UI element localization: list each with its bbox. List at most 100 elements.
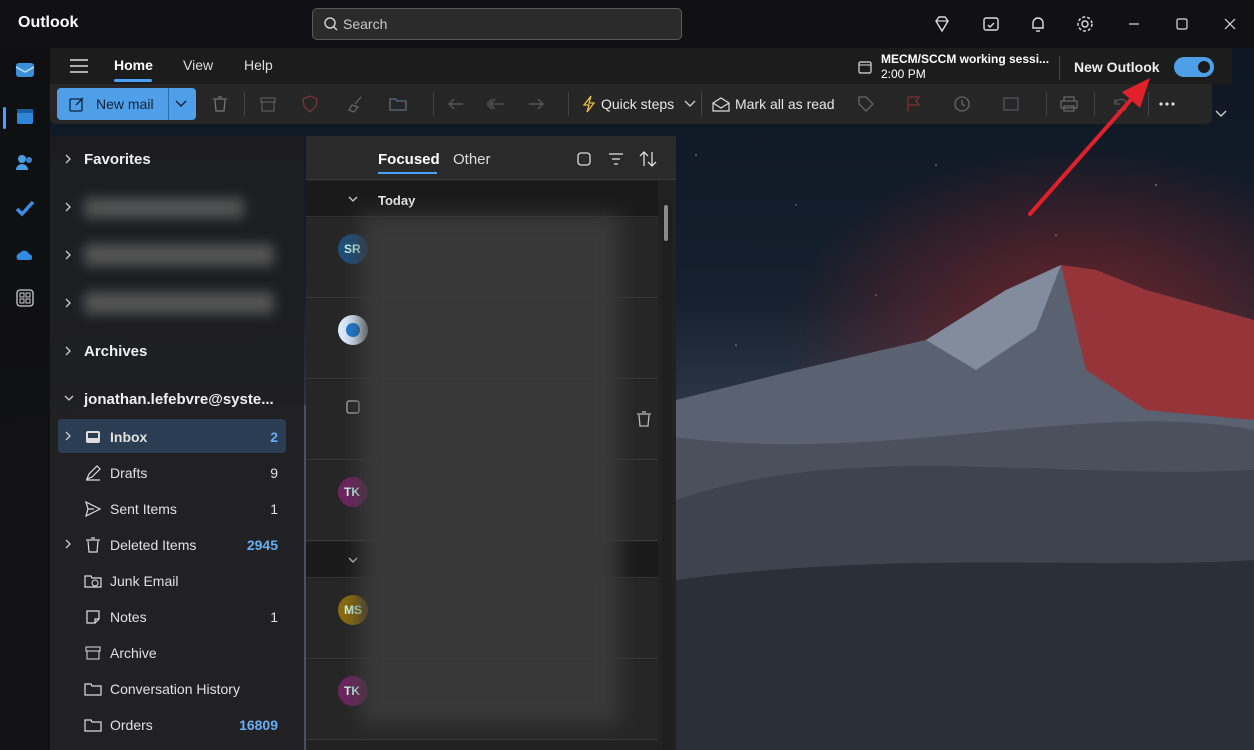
rules-icon[interactable] — [1001, 94, 1021, 114]
redacted-favorite — [84, 292, 274, 314]
folder-sent-items[interactable]: Sent Items 1 — [50, 491, 304, 527]
chevron-down-icon[interactable] — [348, 195, 358, 203]
people-icon[interactable] — [13, 150, 37, 174]
folder-orders[interactable]: Orders 16809 — [50, 707, 304, 743]
inbox-icon — [86, 431, 100, 443]
todo-icon[interactable] — [13, 196, 37, 220]
new-mail-label: New mail — [96, 96, 154, 112]
folder-deleted-items[interactable]: Deleted Items 2945 — [50, 527, 304, 563]
my-day-icon[interactable] — [981, 14, 1001, 34]
print-icon[interactable] — [1059, 94, 1079, 114]
folder-notes[interactable]: Notes 1 — [50, 599, 304, 635]
chevron-right-icon[interactable] — [64, 298, 72, 308]
bell-icon[interactable] — [1028, 14, 1048, 34]
report-shield-icon[interactable] — [300, 94, 320, 114]
tab-home-underline — [114, 79, 152, 82]
folder-label: Sent Items — [110, 501, 177, 517]
select-mode-icon[interactable] — [576, 151, 592, 167]
folder-junk-email[interactable]: Junk Email — [50, 563, 304, 599]
checkbox[interactable] — [346, 400, 360, 414]
mark-all-read-button[interactable]: Mark all as read — [735, 96, 835, 112]
search-input[interactable] — [343, 14, 663, 34]
chevron-right-icon[interactable] — [64, 539, 72, 549]
folder-label: Deleted Items — [110, 537, 197, 553]
hamburger-menu-icon[interactable] — [69, 58, 89, 79]
minimize-icon[interactable] — [1124, 14, 1144, 34]
close-icon[interactable] — [1220, 14, 1240, 34]
folder-label: Junk Email — [110, 573, 179, 589]
more-options-icon[interactable] — [1157, 94, 1177, 114]
chevron-down-icon[interactable] — [348, 556, 358, 564]
premium-diamond-icon[interactable] — [932, 14, 952, 34]
folder-pane: Favorites Archives jonathan.lefebvre@sys… — [50, 136, 304, 750]
tab-home[interactable]: Home — [114, 57, 153, 73]
snooze-clock-icon[interactable] — [952, 94, 972, 114]
chevron-down-icon[interactable] — [680, 94, 700, 114]
new-mail-button[interactable]: New mail — [57, 88, 196, 120]
divider — [433, 92, 434, 116]
sort-icon[interactable] — [639, 150, 657, 168]
undo-icon[interactable] — [1110, 94, 1130, 114]
maximize-icon[interactable] — [1172, 14, 1192, 34]
redacted-favorite — [84, 244, 274, 266]
mail-icon[interactable] — [13, 58, 37, 82]
divider — [1046, 92, 1047, 116]
folder-count: 9 — [270, 465, 278, 481]
apps-icon[interactable] — [13, 286, 37, 310]
folder-conversation-history[interactable]: Conversation History — [50, 671, 304, 707]
expand-ribbon-icon[interactable] — [1214, 106, 1228, 124]
folder-inbox[interactable]: Inbox 2 — [50, 419, 304, 455]
archive-icon[interactable] — [258, 94, 278, 114]
scrollbar-thumb[interactable] — [664, 205, 668, 241]
redacted-favorite — [84, 198, 244, 218]
chevron-right-icon[interactable] — [64, 154, 72, 164]
toggle-knob — [1198, 61, 1210, 73]
app-rail — [0, 48, 50, 750]
forward-icon[interactable] — [526, 94, 546, 114]
group-label: Today — [378, 193, 416, 208]
delete-icon[interactable] — [210, 94, 230, 114]
sweep-icon[interactable] — [347, 94, 367, 114]
chevron-down-icon[interactable] — [64, 394, 74, 402]
group-header-today[interactable]: Today — [306, 181, 658, 217]
chevron-right-icon[interactable] — [64, 346, 72, 356]
reply-icon[interactable] — [446, 94, 466, 114]
folder-icon — [84, 683, 102, 696]
flag-icon[interactable] — [903, 94, 923, 114]
folder-archive[interactable]: Archive — [50, 635, 304, 671]
reply-all-icon[interactable] — [486, 94, 506, 114]
chevron-right-icon[interactable] — [64, 250, 72, 260]
divider — [568, 92, 569, 116]
tab-focused[interactable]: Focused — [378, 151, 440, 168]
new-outlook-toggle[interactable] — [1174, 57, 1214, 77]
folder-count: 2945 — [246, 537, 278, 553]
filter-icon[interactable] — [608, 152, 624, 166]
scrollbar-track[interactable] — [662, 200, 672, 750]
meeting-time: 2:00 PM — [881, 67, 926, 81]
chevron-down-icon[interactable] — [175, 99, 187, 109]
move-to-folder-icon[interactable] — [388, 94, 408, 114]
folder-drafts[interactable]: Drafts 9 — [50, 455, 304, 491]
gear-icon[interactable] — [1075, 14, 1095, 34]
account-header[interactable]: jonathan.lefebvre@syste... — [84, 391, 274, 408]
quick-steps-button[interactable]: Quick steps — [601, 96, 674, 112]
pencil-icon — [85, 465, 101, 481]
rail-active-indicator — [3, 107, 6, 129]
chevron-right-icon[interactable] — [64, 431, 72, 441]
tab-view[interactable]: View — [183, 57, 213, 73]
divider — [701, 92, 702, 116]
tag-icon[interactable] — [856, 94, 876, 114]
ribbon-tab-bar: Home View Help — [50, 48, 1232, 84]
delete-icon[interactable] — [636, 410, 652, 428]
chevron-right-icon[interactable] — [64, 202, 72, 212]
tab-other[interactable]: Other — [453, 151, 491, 168]
calendar-icon[interactable] — [13, 104, 37, 128]
message-list-header: Focused Other — [306, 136, 676, 180]
archives-header[interactable]: Archives — [84, 343, 147, 360]
onedrive-icon[interactable] — [13, 243, 37, 267]
app-title: Outlook — [18, 14, 79, 31]
tab-help[interactable]: Help — [244, 57, 273, 73]
split-divider — [168, 88, 169, 120]
search-box[interactable] — [312, 8, 682, 40]
favorites-header[interactable]: Favorites — [84, 151, 151, 168]
